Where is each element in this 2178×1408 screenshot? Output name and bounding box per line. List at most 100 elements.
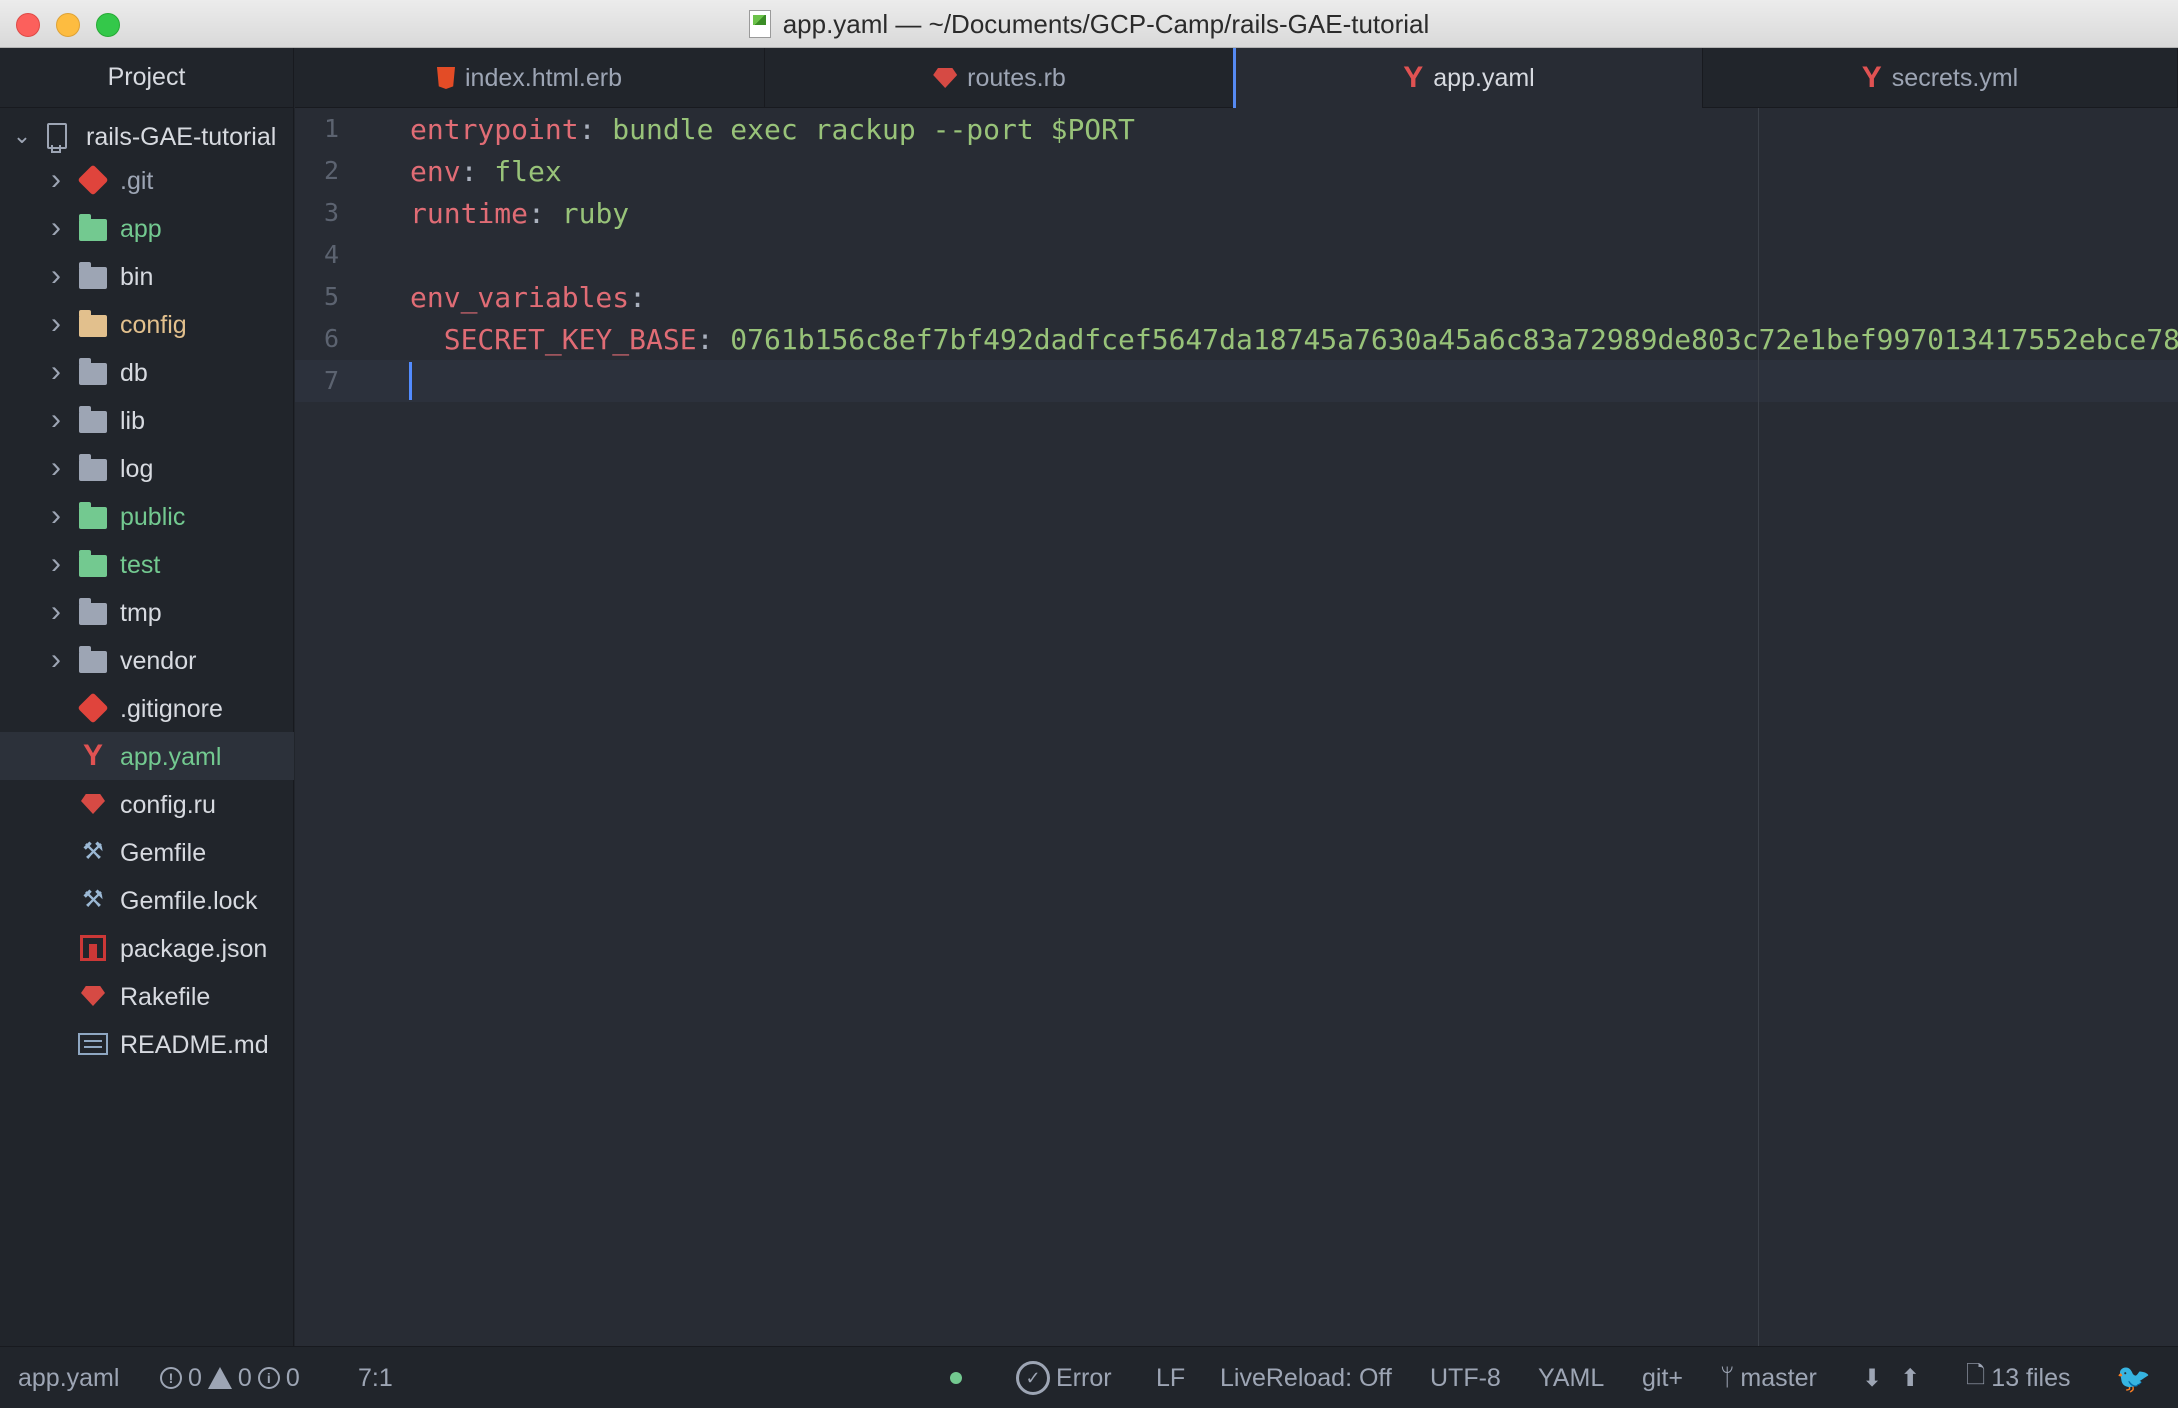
chevron-right-icon[interactable]: › (46, 357, 66, 387)
chevron-down-icon[interactable]: ⌄ (12, 125, 32, 147)
chevron-right-icon[interactable]: › (46, 165, 66, 195)
tree-folder-config[interactable]: › config (0, 300, 294, 348)
squirrel-icon: 🐦 (2116, 1362, 2151, 1394)
arrow-down-icon[interactable]: ⬇ (1862, 1364, 1882, 1393)
ruby-icon (78, 981, 108, 1011)
status-file-name[interactable]: app.yaml (18, 1347, 119, 1408)
bundler-icon: ⚒ (82, 886, 104, 913)
line-ending-selector[interactable]: LF (1156, 1347, 1185, 1408)
chevron-right-icon[interactable]: › (46, 645, 66, 675)
markdown-icon (78, 1029, 108, 1059)
tree-folder-vendor[interactable]: › vendor (0, 636, 294, 684)
line-number: 5 (323, 282, 339, 311)
tree-item-label: config (120, 311, 187, 339)
tree-folder-app[interactable]: › app (0, 204, 294, 252)
tree-file-rakefile[interactable]: Rakefile (0, 972, 294, 1020)
yaml-separator: : (528, 196, 545, 230)
tree-folder-db[interactable]: › db (0, 348, 294, 396)
code-line: env: flex (410, 150, 562, 192)
arrow-up-icon[interactable]: ⬆ (1900, 1364, 1920, 1393)
window-title-wrap: app.yaml — ~/Documents/GCP-Camp/rails-GA… (0, 0, 2178, 48)
yaml-document-icon (748, 10, 771, 38)
tree-item-label: db (120, 359, 148, 387)
tree-file-readme-md[interactable]: README.md (0, 1020, 294, 1068)
wrap-guide (1758, 108, 1759, 1346)
yaml-separator: : (696, 322, 714, 356)
info-count: 0 (285, 1363, 300, 1392)
tree-folder-public[interactable]: › public (0, 492, 294, 540)
tree-folder-git[interactable]: › .git (0, 156, 294, 204)
tree-item-label: package.json (120, 935, 268, 963)
chevron-right-icon[interactable]: › (46, 597, 66, 627)
git-icon (77, 164, 109, 196)
project-tree-panel: Project ⌄ rails-GAE-tutorial › .git › app › bin… (0, 48, 294, 1346)
git-branch-icon: ᛘ (1720, 1364, 1735, 1391)
tab-secrets-yml[interactable]: Y secrets.yml (1703, 48, 2178, 108)
line-number: 6 (323, 324, 339, 353)
tab-bar: index.html.erb routes.rb Y app.yaml Y se… (295, 48, 2178, 108)
tree-file-gitignore[interactable]: .gitignore (0, 684, 294, 732)
status-bar: app.yaml ! 0 0 i 0 7:1 ✓ Error LF LiveRe… (0, 1346, 2178, 1408)
tree-folder-bin[interactable]: › bin (0, 252, 294, 300)
tree-root-label: rails-GAE-tutorial (86, 123, 277, 151)
yaml-key: env_variables (410, 280, 630, 314)
file-count-label: 13 files (1991, 1363, 2071, 1392)
error-circle-icon: ! (160, 1367, 182, 1389)
diagnostics-summary[interactable]: ! 0 0 i 0 (160, 1347, 300, 1408)
encoding-selector[interactable]: UTF-8 (1430, 1347, 1501, 1408)
project-panel-header[interactable]: Project (0, 48, 293, 108)
grammar-selector[interactable]: YAML (1538, 1347, 1604, 1408)
html-icon (436, 67, 455, 89)
warning-count: 0 (237, 1363, 252, 1392)
tree-item-label: tmp (120, 599, 162, 627)
tree-file-gemfile[interactable]: ⚒ Gemfile (0, 828, 294, 876)
tree-folder-log[interactable]: › log (0, 444, 294, 492)
tree-item-label: Gemfile (120, 839, 207, 867)
tree-file-gemfile-lock[interactable]: ⚒ Gemfile.lock (0, 876, 294, 924)
tab-label: index.html.erb (464, 63, 623, 92)
git-status[interactable]: git+ (1642, 1347, 1683, 1408)
npm-icon (78, 933, 108, 963)
tab-index-html-erb[interactable]: index.html.erb (295, 48, 765, 108)
tree-file-package-json[interactable]: package.json (0, 924, 294, 972)
tree-folder-test[interactable]: › test (0, 540, 294, 588)
code-line: runtime: ruby (410, 192, 629, 234)
line-number: 1 (323, 114, 339, 143)
branch-selector[interactable]: ᛘ master (1720, 1347, 1817, 1408)
tree-file-app-yaml[interactable]: Yapp.yaml (0, 732, 294, 780)
tab-routes-rb[interactable]: routes.rb (765, 48, 1235, 108)
git-fetch-controls[interactable]: ⬇ ⬆ (1862, 1347, 1920, 1408)
line-number: 7 (323, 366, 339, 395)
file-count[interactable]: 🗋 13 files (1966, 1347, 2071, 1408)
tree-folder-lib[interactable]: › lib (0, 396, 294, 444)
folder-icon (78, 357, 108, 387)
tree-file-config-ru[interactable]: config.ru (0, 780, 294, 828)
tree-folder-tmp[interactable]: › tmp (0, 588, 294, 636)
ruby-icon (78, 789, 108, 819)
yaml-icon: Y (82, 739, 103, 772)
tab-label: app.yaml (1433, 63, 1535, 92)
code-line: SECRET_KEY_BASE: 0761b156c8ef7bf492dadfc… (410, 318, 2178, 360)
yaml-icon: Y (1403, 61, 1424, 94)
chevron-right-icon[interactable]: › (46, 309, 66, 339)
livereload-toggle[interactable]: LiveReload: Off (1220, 1347, 1392, 1408)
status-dot-icon (950, 1372, 962, 1384)
ruby-icon (933, 68, 958, 88)
chevron-right-icon[interactable]: › (46, 549, 66, 579)
tree-root-folder[interactable]: ⌄ rails-GAE-tutorial (0, 112, 294, 160)
chevron-right-icon[interactable]: › (46, 213, 66, 243)
feedback-button[interactable]: 🐦 (2116, 1347, 2151, 1408)
yaml-value: flex (477, 154, 562, 188)
code-editor[interactable]: 1 2 3 4 5 6 7 entrypoint: bundle exec ra… (295, 108, 2178, 1346)
chevron-right-icon[interactable]: › (46, 405, 66, 435)
chevron-right-icon[interactable]: › (46, 501, 66, 531)
chevron-right-icon[interactable]: › (46, 453, 66, 483)
lint-status[interactable]: ✓ Error (1016, 1347, 1112, 1408)
tree-item-label: README.md (120, 1031, 269, 1059)
code-line: env_variables: (410, 276, 646, 318)
tree-item-label: .gitignore (120, 695, 223, 723)
chevron-right-icon[interactable]: › (46, 261, 66, 291)
tab-app-yaml[interactable]: Y app.yaml (1233, 48, 1703, 108)
cursor-position[interactable]: 7:1 (358, 1347, 393, 1408)
tab-label: secrets.yml (1891, 63, 2019, 92)
